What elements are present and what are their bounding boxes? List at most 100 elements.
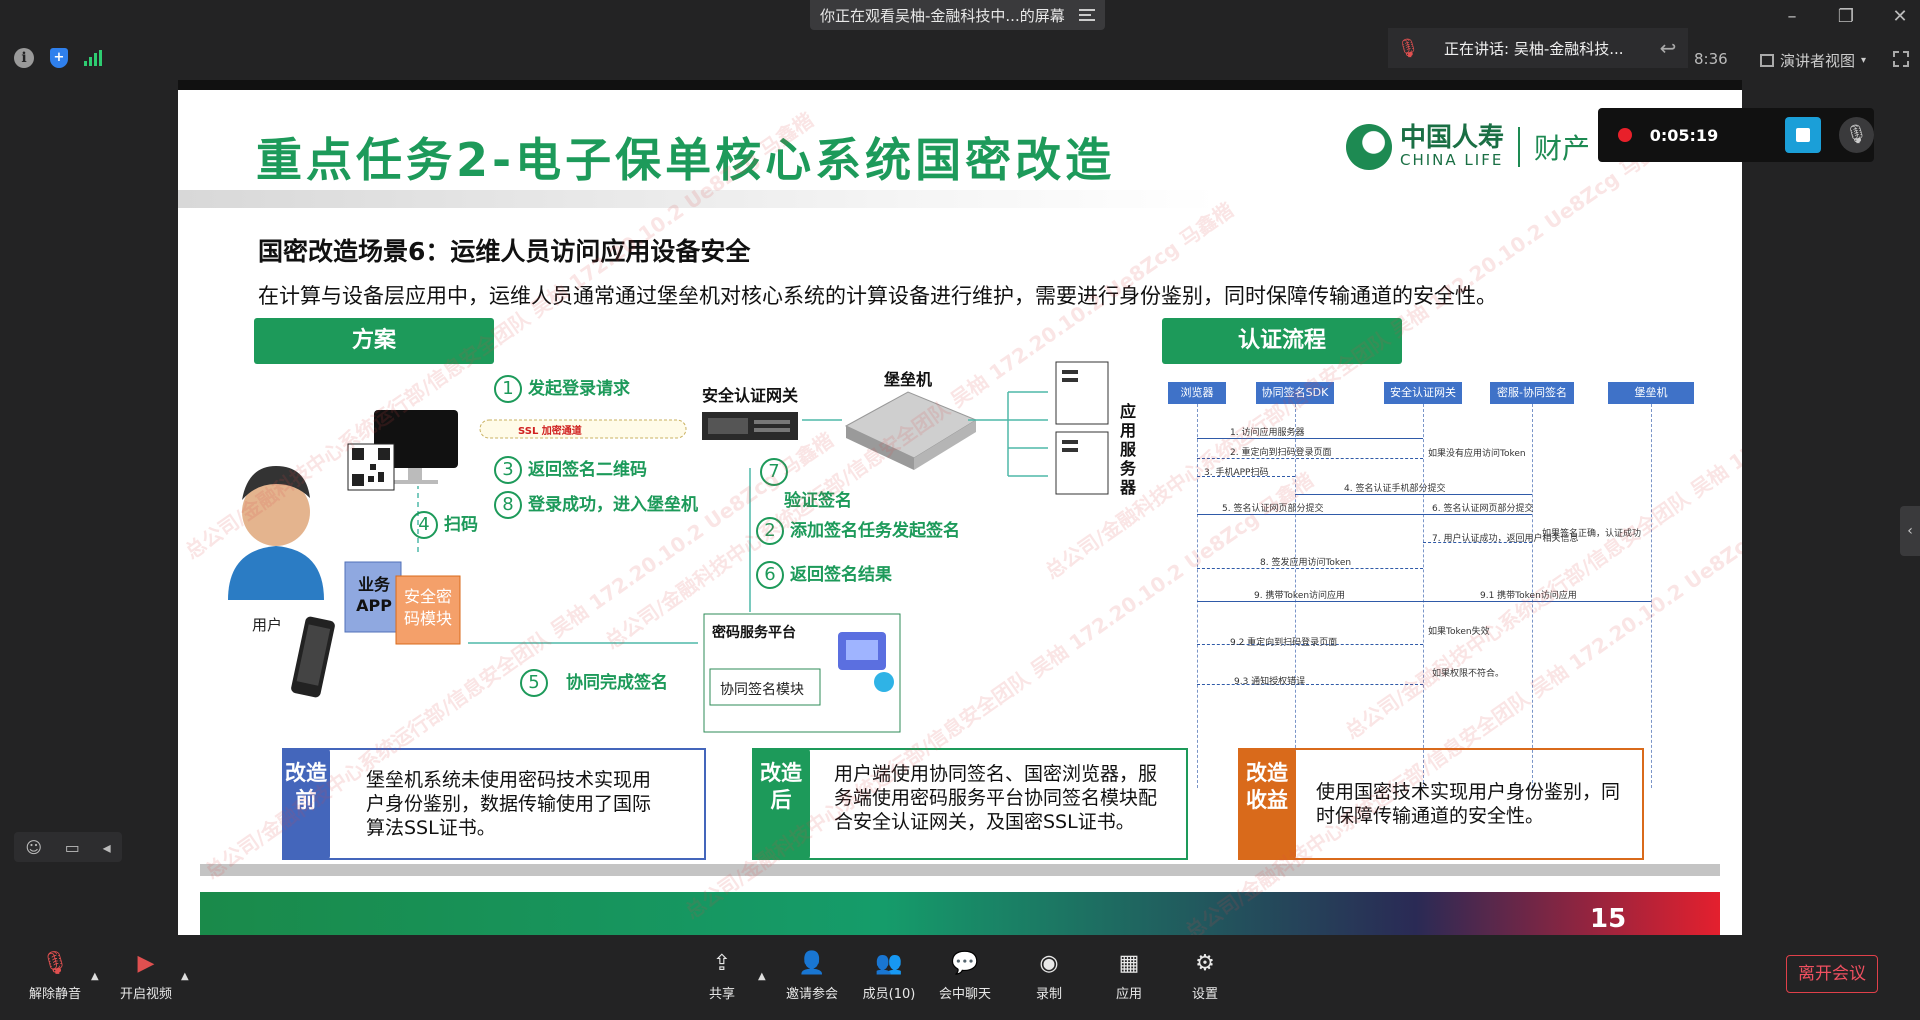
mic-off-icon: 🎙 — [41, 951, 69, 976]
leave-meeting-button[interactable]: 离开会议 — [1786, 955, 1878, 993]
network-signal-icon[interactable] — [84, 50, 102, 66]
mic-muted-icon: 🎙 — [1396, 37, 1420, 59]
mic-muted-icon[interactable]: 🎙 — [1838, 117, 1874, 153]
step-3-label: 3 返回签名二维码 — [494, 455, 647, 484]
members-button[interactable]: 👥 成员(10) — [860, 951, 918, 1002]
share-button[interactable]: ⇪ 共享 — [704, 951, 740, 1002]
window-controls: – ❐ ✕ — [1782, 6, 1910, 27]
user-avatar-icon — [228, 466, 324, 600]
gateway-label: 安全认证网关 — [702, 386, 799, 405]
gear-icon: ⚙ — [1195, 951, 1215, 976]
logo-chinese-name: 中国人寿 — [1400, 123, 1505, 153]
step-6-number: 6 — [756, 561, 784, 589]
flow-header-cosign-sdk: 协同签名SDK — [1256, 382, 1334, 404]
members-icon: 👥 — [875, 951, 903, 976]
slide-divider — [200, 864, 1720, 876]
server-icon — [1055, 361, 1109, 495]
share-screen-icon: ⇪ — [712, 951, 732, 976]
close-icon[interactable]: ✕ — [1890, 6, 1910, 27]
flow-arrow-9-1 — [1423, 601, 1651, 602]
step-7-text: 验证签名 — [784, 491, 852, 511]
stop-recording-button[interactable] — [1785, 117, 1821, 153]
step-4-number: 4 — [410, 511, 438, 539]
flow-header-gateway: 安全认证网关 — [1384, 382, 1462, 404]
flow-arrow-5 — [1197, 514, 1423, 515]
step-5-text: 协同完成签名 — [566, 673, 668, 693]
meeting-window: 你正在观看吴柚-金融科技中...的屏幕 – ❐ ✕ i + 🎙 正在讲话: 吴柚… — [0, 0, 1920, 1020]
ssl-channel — [479, 419, 687, 439]
comment-icon[interactable]: ▭ — [65, 838, 80, 857]
logo-property-label: 财产 — [1534, 132, 1591, 165]
flow-step-6: 6. 签名认证网页部分提交 — [1432, 504, 1534, 514]
apps-grid-icon: ▦ — [1118, 951, 1140, 976]
ssl-channel-label: SSL 加密通道 — [518, 426, 582, 437]
flow-step-9-3: 9.3 通知授权错误 — [1234, 677, 1306, 687]
layout-icon — [1760, 54, 1774, 67]
audio-options-caret-icon[interactable]: ▲ — [91, 971, 99, 982]
step-4-text: 扫码 — [444, 515, 478, 535]
view-mode-label: 演讲者视图 — [1780, 52, 1856, 70]
step-7-number: 7 — [760, 458, 788, 486]
flow-header-bastion: 堡垒机 — [1608, 382, 1694, 404]
chat-label: 会中聊天 — [938, 987, 991, 1002]
expand-panel-icon[interactable]: ‹ — [1900, 506, 1920, 556]
meeting-clock: 8:36 — [1694, 50, 1728, 68]
video-options-caret-icon[interactable]: ▲ — [181, 971, 189, 982]
chat-button[interactable]: 💬 会中聊天 — [936, 951, 994, 1002]
settings-button[interactable]: ⚙ 设置 — [1190, 951, 1220, 1002]
step-5-number: 5 — [520, 669, 548, 697]
step-5-label: 5 协同完成签名 — [520, 668, 668, 697]
china-life-logo: 中国人寿 CHINA LIFE 财产 — [1346, 124, 1590, 170]
bastion-host-device-icon — [844, 391, 978, 470]
unmute-button[interactable]: 🎙 解除静音 — [26, 951, 84, 1002]
screen-share-banner[interactable]: 你正在观看吴柚-金融科技中...的屏幕 — [810, 0, 1105, 30]
flow-step-2: 2. 重定向到扫码登录页面 — [1230, 448, 1332, 458]
flow-arrow-2 — [1197, 458, 1423, 459]
minimize-icon[interactable]: – — [1782, 6, 1802, 27]
china-life-logo-mark — [1346, 124, 1392, 170]
invite-button[interactable]: 👤 邀请参会 — [782, 951, 842, 1002]
flow-step-9-1: 9.1 携带Token访问应用 — [1480, 591, 1577, 601]
step-4-label: 4 扫码 — [410, 510, 478, 539]
slide-page-number: 15 — [1590, 904, 1627, 934]
step-8-text: 登录成功，进入堡垒机 — [528, 495, 698, 515]
chevron-down-icon: ▾ — [1861, 55, 1867, 66]
step-8-label: 8 登录成功，进入堡垒机 — [494, 490, 698, 519]
fullscreen-icon[interactable] — [1893, 51, 1909, 67]
speaking-text: 正在讲话: 吴柚-金融科技... — [1444, 39, 1624, 58]
slide-footer-band — [200, 892, 1720, 935]
share-options-caret-icon[interactable]: ▲ — [758, 971, 766, 982]
security-shield-icon[interactable]: + — [50, 48, 68, 68]
bastion-label: 堡垒机 — [884, 370, 933, 389]
collapse-left-icon[interactable]: ◂ — [103, 838, 111, 857]
flow-header-crypto-service: 密服-协同签名 — [1490, 382, 1574, 404]
record-button[interactable]: ◉ 录制 — [1034, 951, 1064, 1002]
flow-arrow-8 — [1197, 568, 1423, 569]
view-mode-selector[interactable]: 演讲者视图 ▾ — [1760, 50, 1866, 71]
flow-arrow-1 — [1197, 438, 1423, 439]
step-2-text: 添加签名任务发起签名 — [790, 521, 960, 541]
flow-step-9-2: 9.2 重定向到扫码登录页面 — [1230, 638, 1338, 648]
info-icon[interactable]: i — [14, 48, 34, 68]
logo-english-name: CHINA LIFE — [1400, 151, 1504, 169]
emoji-icon[interactable]: ☺ — [25, 838, 42, 857]
start-video-button[interactable]: ▶ 开启视频 — [116, 951, 176, 1002]
camera-off-icon: ▶ — [137, 951, 155, 976]
invite-user-icon: 👤 — [798, 951, 826, 976]
members-label: 成员(10) — [862, 987, 916, 1002]
step-1-number: 1 — [494, 375, 522, 403]
before-text: 堡垒机系统未使用密码技术实现用户身份鉴别，数据传输使用了国际算法SSL证书。 — [366, 769, 652, 839]
recording-dot-icon — [1618, 128, 1632, 142]
auth-flow-tab: 认证流程 — [1162, 318, 1402, 364]
step-8-number: 8 — [494, 491, 522, 519]
app-server-label: 应用服务器 — [1120, 402, 1137, 497]
reply-icon[interactable]: ↩ — [1648, 36, 1688, 60]
flow-arrow-9 — [1197, 601, 1423, 602]
flow-step-9: 9. 携带Token访问应用 — [1254, 591, 1346, 601]
apps-button[interactable]: ▦ 应用 — [1114, 951, 1144, 1002]
qr-code-icon — [347, 443, 395, 491]
restore-icon[interactable]: ❐ — [1836, 6, 1856, 27]
step-1-label: 1 发起登录请求 — [494, 374, 630, 403]
meeting-toolbar: 🎙 解除静音 ▲ ▶ 开启视频 ▲ ⇪ 共享 ▲ 👤 邀请参会 👥 成员(10)… — [0, 935, 1920, 1020]
menu-icon[interactable] — [1078, 9, 1095, 21]
